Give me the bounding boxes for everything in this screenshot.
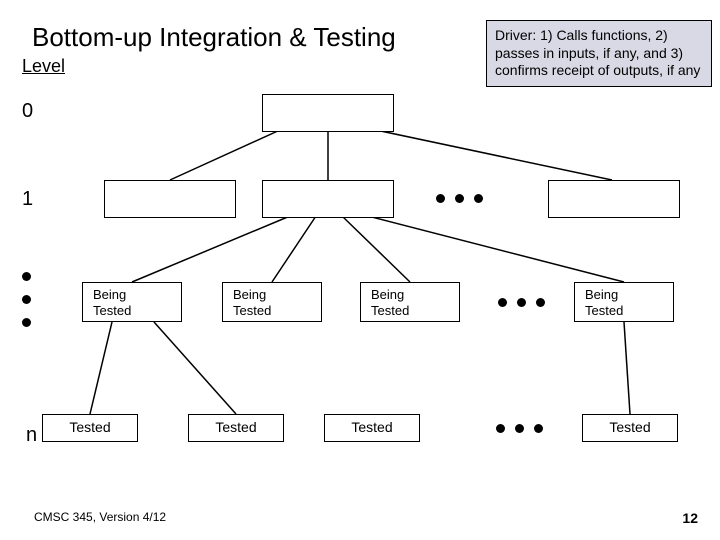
driver-callout: Driver: 1) Calls functions, 2) passes in… <box>486 20 712 87</box>
level-n-label: n <box>26 424 37 447</box>
tested-node: Tested <box>42 414 138 442</box>
horizontal-ellipsis <box>436 194 483 203</box>
slide: Bottom-up Integration & Testing Level Dr… <box>0 0 720 540</box>
being-tested-node: Being Tested <box>360 282 460 322</box>
being-tested-label: Tested <box>371 303 409 318</box>
level1-node <box>104 180 236 218</box>
being-tested-node: Being Tested <box>222 282 322 322</box>
being-tested-label: Tested <box>233 303 271 318</box>
being-tested-node: Being Tested <box>574 282 674 322</box>
being-tested-node: Being Tested <box>82 282 182 322</box>
horizontal-ellipsis <box>498 298 545 307</box>
being-tested-label: Being <box>371 287 404 302</box>
horizontal-ellipsis <box>496 424 543 433</box>
level0-node <box>262 94 394 132</box>
level-heading: Level <box>22 56 65 77</box>
tested-node: Tested <box>188 414 284 442</box>
footer-page-number: 12 <box>682 510 698 526</box>
being-tested-label: Tested <box>93 303 131 318</box>
being-tested-label: Being <box>233 287 266 302</box>
vertical-ellipsis <box>22 258 34 341</box>
level1-node <box>262 180 394 218</box>
page-title: Bottom-up Integration & Testing <box>32 22 396 53</box>
tested-node: Tested <box>324 414 420 442</box>
footer-course: CMSC 345, Version 4/12 <box>34 510 166 524</box>
level1-node <box>548 180 680 218</box>
level-1-label: 1 <box>22 188 33 211</box>
tested-node: Tested <box>582 414 678 442</box>
being-tested-label: Being <box>93 287 126 302</box>
level-0-label: 0 <box>22 100 33 123</box>
being-tested-label: Being <box>585 287 618 302</box>
being-tested-label: Tested <box>585 303 623 318</box>
